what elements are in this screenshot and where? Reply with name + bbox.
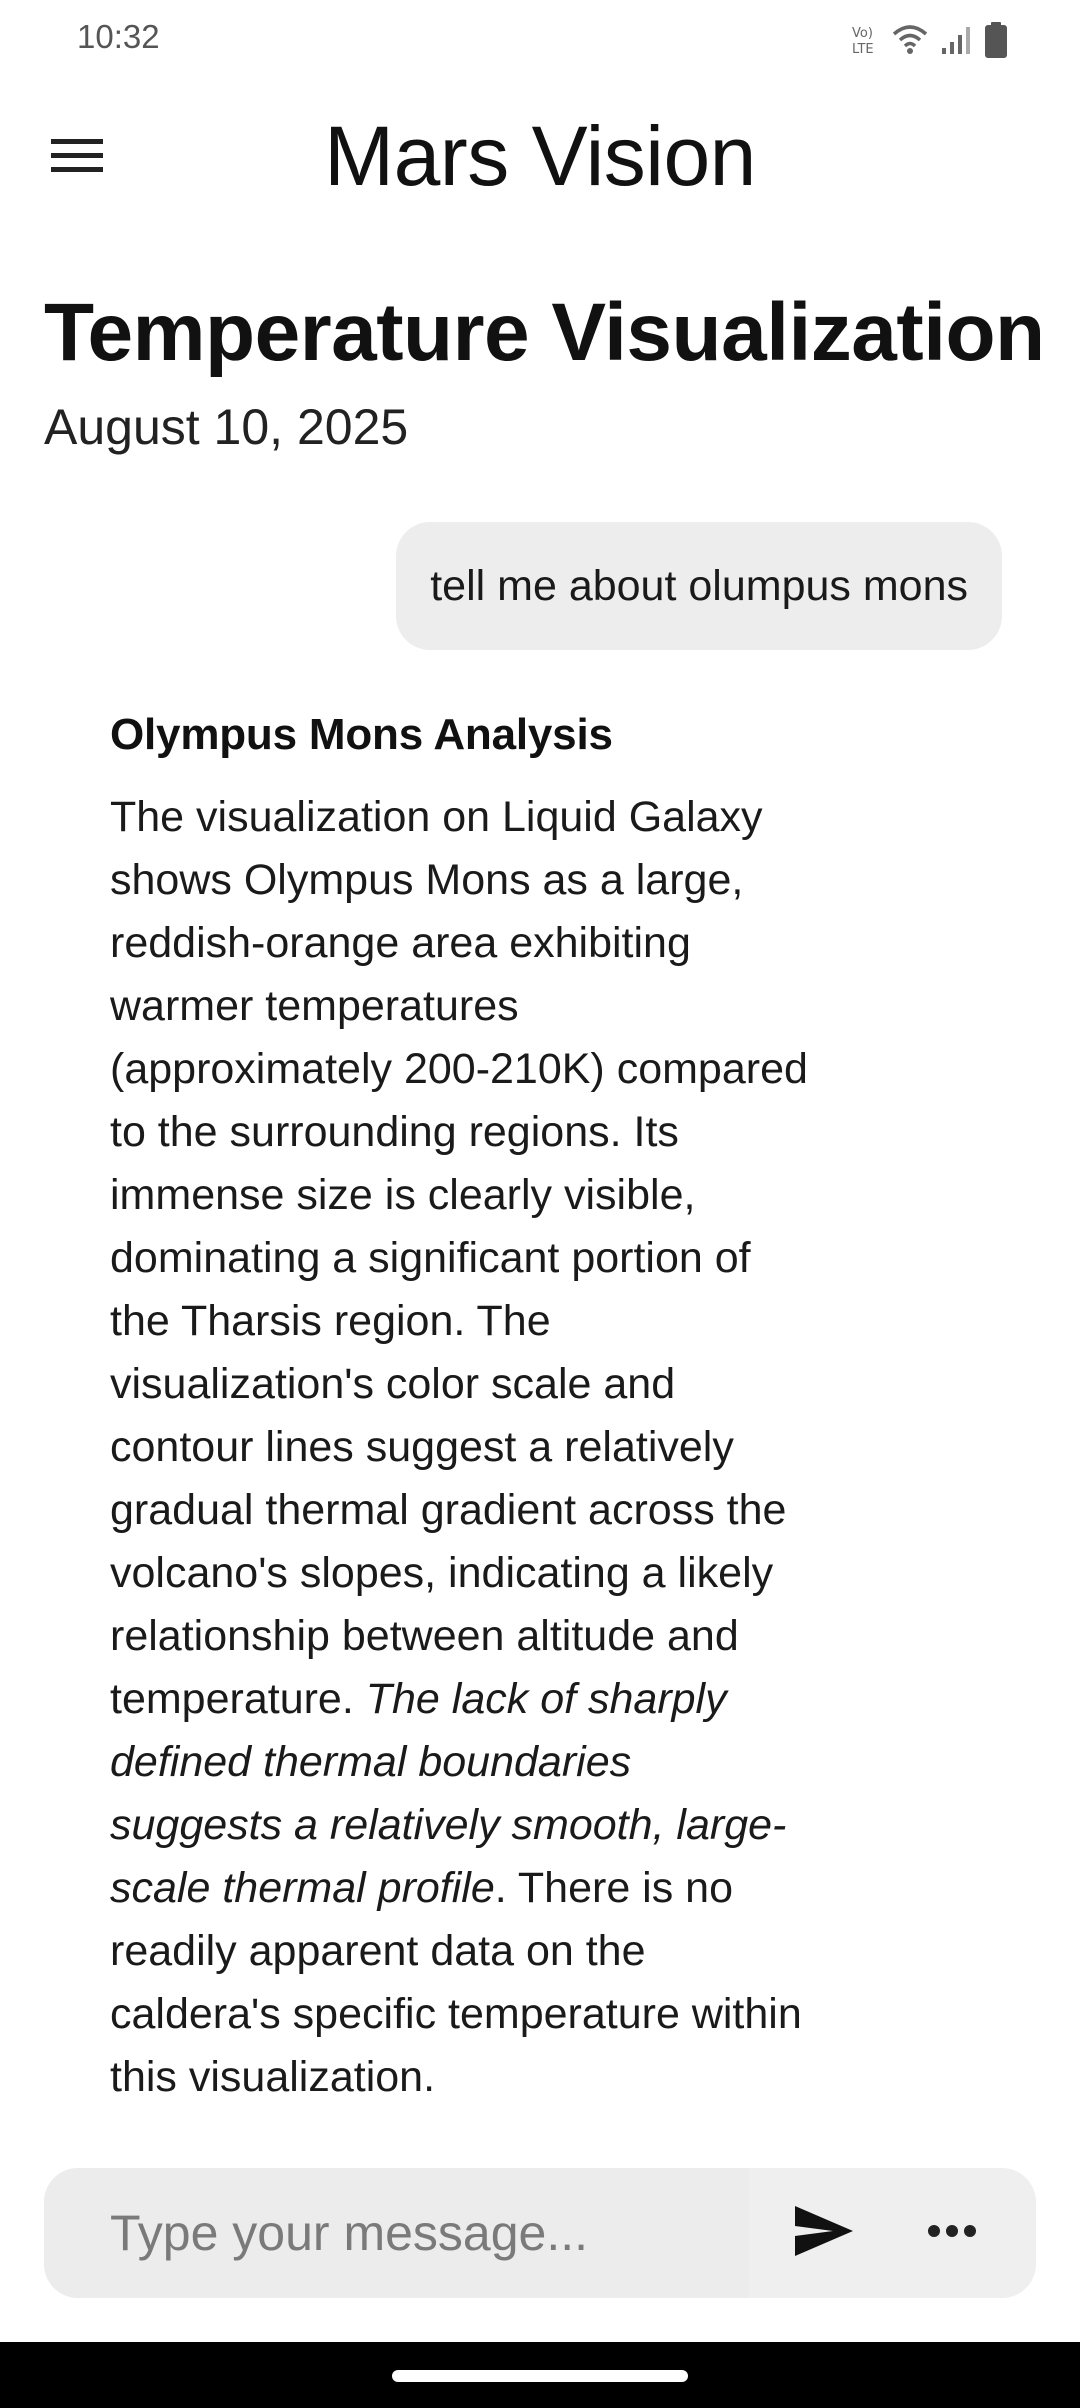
- navigation-bar: [0, 2342, 1080, 2408]
- wifi-icon: [892, 24, 928, 56]
- app-bar: Mars Vision: [0, 90, 1080, 220]
- status-bar: 10:32 Vo) LTE: [0, 0, 1080, 76]
- status-time: 10:32: [77, 18, 160, 55]
- response-text: The visualization on Liquid Galaxy shows…: [110, 793, 808, 1723]
- svg-text:Vo): Vo): [852, 26, 873, 41]
- assistant-response: Olympus Mons Analysis The visualization …: [110, 700, 810, 2140]
- send-button[interactable]: [784, 2193, 864, 2273]
- message-input[interactable]: [44, 2168, 749, 2298]
- send-icon: [793, 2204, 855, 2263]
- page-title: Temperature Visualization: [44, 287, 1045, 378]
- app-title: Mars Vision: [324, 109, 756, 203]
- status-icons: Vo) LTE: [850, 20, 1008, 60]
- user-message-bubble: tell me about olumpus mons: [396, 522, 1002, 650]
- screen: 10:32 Vo) LTE Mars Vision Temperature Vi…: [0, 0, 1080, 2408]
- user-message-text: tell me about olumpus mons: [430, 561, 968, 610]
- response-body: The visualization on Liquid Galaxy shows…: [110, 786, 810, 2109]
- more-options-button[interactable]: [912, 2193, 992, 2273]
- response-heading: Olympus Mons Analysis: [110, 710, 613, 759]
- more-horizontal-icon: [927, 2224, 977, 2243]
- message-input-bar: [44, 2168, 1036, 2298]
- svg-text:LTE: LTE: [852, 42, 874, 57]
- battery-icon: [984, 21, 1008, 59]
- page-date: August 10, 2025: [44, 399, 409, 455]
- volte-icon: Vo) LTE: [850, 23, 880, 57]
- signal-icon: [940, 24, 972, 56]
- home-indicator[interactable]: [392, 2370, 688, 2382]
